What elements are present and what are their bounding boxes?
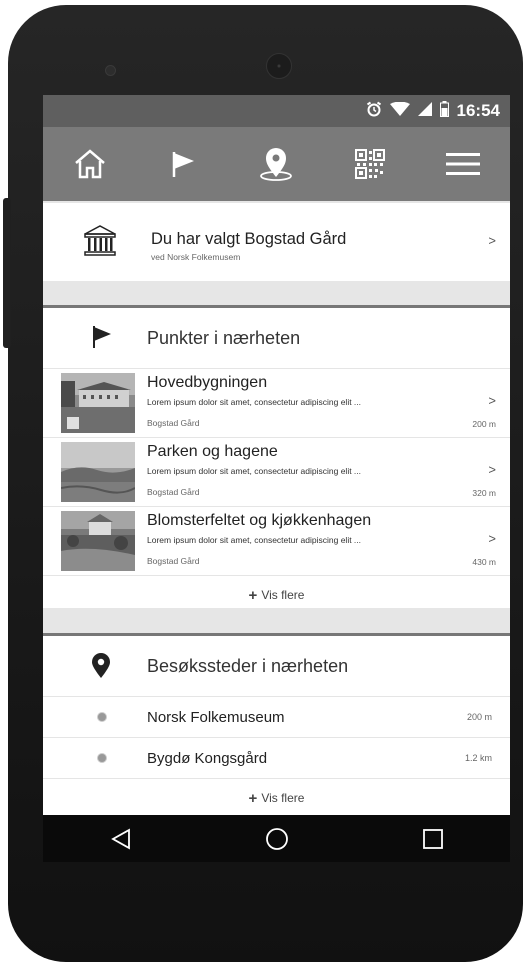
side-volume-button [3,198,11,348]
points-section-header: Punkter i nærheten [43,308,510,369]
plus-icon: + [248,586,258,604]
poi-location: Bogstad Gård [147,487,200,497]
screen: 16:54 Du har valgt Bogstad Gård ved Nors… [43,95,510,862]
points-nearby-section: Punkter i nærheten Hovedbygningen Lorem … [43,305,510,608]
places-button[interactable] [252,140,300,188]
points-section-title: Punkter i nærheten [147,328,301,348]
qr-scan-button[interactable] [346,140,394,188]
app-bar [43,127,510,201]
home-button[interactable] [66,140,114,188]
poi-title: Hovedbygningen [147,374,268,391]
chevron-right-icon: > [488,233,496,248]
phone-frame: 16:54 Du har valgt Bogstad Gård ved Nors… [8,5,523,962]
selected-place-card[interactable]: Du har valgt Bogstad Gård ved Norsk Folk… [43,203,510,281]
place-name: Bygdø Kongsgård [147,750,268,767]
places-section-title: Besøkssteder i nærheten [147,656,349,676]
poi-title: Parken og hagene [147,443,278,460]
show-more-label: Vis flere [261,588,305,602]
front-camera [105,65,116,76]
alarm-icon [366,101,382,122]
selected-place-title: Du har valgt Bogstad Gård [151,230,347,248]
list-item[interactable]: Hovedbygningen Lorem ipsum dolor sit ame… [43,369,510,438]
menu-icon [446,153,481,175]
poi-thumbnail-image [61,373,135,433]
place-distance: 1.2 km [464,753,492,763]
show-more-places-button[interactable]: + Vis flere [43,779,510,817]
poi-description: Lorem ipsum dolor sit amet, consectetur … [147,466,362,476]
bullet-dot-icon [97,712,107,722]
cell-signal-icon [417,101,432,121]
home-circle-icon[interactable] [265,827,289,851]
places-section-header: Besøkssteder i nærheten [43,636,510,697]
place-name: Norsk Folkemuseum [147,709,285,726]
battery-icon [439,100,449,122]
poi-thumbnail-image [61,511,135,571]
earpiece-speaker [266,53,292,79]
list-item[interactable]: Bygdø Kongsgård 1.2 km [43,738,510,779]
poi-location: Bogstad Gård [147,418,200,428]
poi-description: Lorem ipsum dolor sit amet, consectetur … [147,397,362,407]
list-item[interactable]: Parken og hagene Lorem ipsum dolor sit a… [43,438,510,507]
show-more-label: Vis flere [261,791,305,805]
location-pin-icon [260,148,293,181]
status-bar: 16:54 [43,95,510,127]
chevron-right-icon: > [488,531,496,546]
recents-square-icon[interactable] [423,828,444,849]
chevron-right-icon: > [488,393,496,408]
back-icon[interactable] [110,827,132,850]
poi-distance: 430 m [472,557,496,567]
poi-description: Lorem ipsum dolor sit amet, consectetur … [147,535,362,545]
museum-building-icon [84,225,116,256]
points-button[interactable] [159,140,207,188]
poi-location: Bogstad Gård [147,556,200,566]
menu-button[interactable] [439,140,487,188]
wifi-icon [389,101,410,121]
place-distance: 200 m [466,712,492,722]
flag-icon [172,152,195,177]
poi-distance: 320 m [472,488,496,498]
poi-title: Blomsterfeltet og kjøkkenhagen [147,512,372,529]
poi-distance: 200 m [472,419,496,429]
flag-icon [93,326,111,348]
clock-time: 16:54 [456,101,500,120]
system-navigation-bar [43,815,510,862]
list-item[interactable]: Blomsterfeltet og kjøkkenhagen Lorem ips… [43,507,510,576]
home-icon [74,149,105,179]
list-item[interactable]: Norsk Folkemuseum 200 m [43,697,510,738]
location-pin-icon [92,653,110,678]
qr-code-icon [354,149,385,179]
plus-icon: + [248,789,258,807]
bullet-dot-icon [97,753,107,763]
poi-thumbnail-image [61,442,135,502]
chevron-right-icon: > [488,462,496,477]
selected-place-subtitle: ved Norsk Folkemusem [151,252,241,262]
show-more-points-button[interactable]: + Vis flere [43,576,510,614]
